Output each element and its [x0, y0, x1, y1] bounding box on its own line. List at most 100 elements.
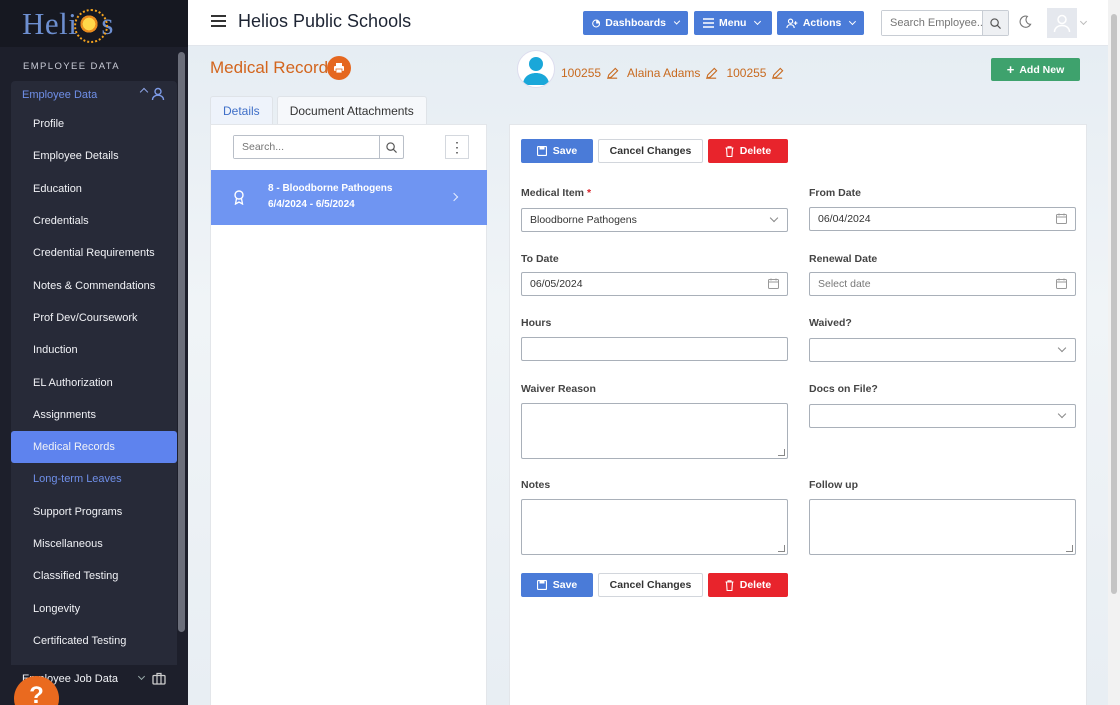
sidebar-item-long-term-leaves[interactable]: Long-term Leaves — [11, 463, 177, 495]
medical-item-label: Medical Item * — [521, 187, 592, 199]
waiver-reason-textarea[interactable] — [521, 403, 788, 459]
menu-button[interactable]: Menu — [694, 11, 772, 35]
caret-down-icon — [849, 18, 857, 25]
edit-pencil-icon[interactable] — [705, 67, 718, 80]
search-button[interactable] — [982, 11, 1008, 35]
employee-search-input[interactable] — [882, 11, 982, 35]
award-ribbon-icon — [234, 190, 244, 205]
save-disk-icon — [536, 580, 547, 590]
sidebar-item-education[interactable]: Education — [11, 173, 177, 205]
search-icon — [990, 17, 1001, 29]
follow-up-label: Follow up — [809, 479, 858, 491]
tab-details[interactable]: Details — [210, 96, 273, 124]
printer-icon — [334, 63, 344, 74]
employee-info: 100255 Alaina Adams 100255 — [561, 66, 787, 80]
dark-mode-toggle[interactable] — [1019, 15, 1032, 31]
medical-item-select[interactable]: Bloodborne Pathogens — [521, 208, 788, 232]
sidebar-item-support-programs[interactable]: Support Programs — [11, 496, 177, 528]
chevron-down-icon — [769, 213, 779, 223]
user-avatar-button[interactable] — [1047, 8, 1077, 38]
renewal-date-label: Renewal Date — [809, 253, 878, 265]
notes-textarea[interactable] — [521, 499, 788, 555]
waiver-reason-label: Waiver Reason — [521, 383, 596, 395]
docs-on-file-select[interactable] — [809, 404, 1076, 428]
edit-pencil-icon[interactable] — [606, 67, 619, 80]
trash-icon — [725, 145, 734, 157]
list-icon — [703, 18, 714, 28]
employee-id: 100255 — [561, 66, 602, 80]
sidebar-item-employee-details[interactable]: Employee Details — [11, 140, 177, 172]
form-actions-top: Save Cancel Changes Delete — [521, 139, 788, 163]
waived-select[interactable] — [809, 338, 1076, 362]
employee-id-secondary: 100255 — [726, 66, 767, 80]
save-button[interactable]: Save — [521, 139, 593, 163]
moon-icon — [1019, 15, 1032, 28]
page-scrollbar[interactable] — [1108, 0, 1120, 705]
record-list-panel: ⋮ 8 - Bloodborne Pathogens 6/4/2024 - 6/… — [210, 124, 487, 705]
record-title: 8 - Bloodborne Pathogens — [268, 183, 393, 194]
chevron-right-icon — [449, 192, 459, 202]
sidebar-item-longevity[interactable]: Longevity — [11, 592, 177, 624]
delete-button[interactable]: Delete — [708, 139, 788, 163]
chevron-down-icon[interactable] — [1079, 17, 1088, 26]
sidebar-item-induction[interactable]: Induction — [11, 334, 177, 366]
sidebar-item-el-authorization[interactable]: EL Authorization — [11, 366, 177, 398]
sidebar-item-credentials[interactable]: Credentials — [11, 205, 177, 237]
form-actions-bottom: Save Cancel Changes Delete — [521, 573, 788, 597]
dashboards-button[interactable]: Dashboards — [583, 11, 688, 35]
chevron-down-icon — [1057, 343, 1067, 353]
follow-up-textarea[interactable] — [809, 499, 1076, 555]
sidebar-item-medical-records[interactable]: Medical Records — [11, 430, 177, 464]
caret-down-icon — [673, 18, 681, 25]
app-title: Helios Public Schools — [238, 11, 412, 31]
sidebar-item-certificated-testing[interactable]: Certificated Testing — [11, 625, 177, 657]
calendar-icon — [768, 278, 779, 289]
sidebar: Helis EMPLOYEE DATA Employee Data Profil… — [0, 0, 188, 705]
from-date-label: From Date — [809, 187, 861, 199]
sidebar-item-profile[interactable]: Profile — [11, 108, 177, 140]
waived-label: Waived? — [809, 317, 852, 329]
sidebar-item-prof-dev[interactable]: Prof Dev/Coursework — [11, 302, 177, 334]
tab-document-attachments[interactable]: Document Attachments — [276, 96, 427, 124]
cancel-changes-button[interactable]: Cancel Changes — [598, 139, 703, 163]
user-add-icon — [786, 18, 798, 28]
employee-search — [881, 10, 1009, 36]
sidebar-section-label: EMPLOYEE DATA — [23, 61, 121, 72]
logo[interactable]: Helis — [0, 0, 188, 47]
hamburger-menu-icon[interactable] — [211, 15, 226, 27]
required-marker: * — [586, 187, 592, 199]
actions-button[interactable]: Actions — [777, 11, 864, 35]
from-date-field[interactable]: 06/04/2024 — [809, 207, 1076, 231]
add-new-button[interactable]: + Add New — [991, 58, 1080, 81]
calendar-icon — [1056, 213, 1067, 224]
save-disk-icon — [536, 146, 547, 156]
renewal-date-field[interactable]: Select date — [809, 272, 1076, 296]
to-date-field[interactable]: 06/05/2024 — [521, 272, 788, 296]
edit-pencil-icon[interactable] — [771, 67, 784, 80]
save-button[interactable]: Save — [521, 573, 593, 597]
sidebar-scrollbar[interactable] — [178, 52, 185, 632]
scrollbar-thumb[interactable] — [1111, 14, 1117, 594]
tab-bar: Details Document Attachments — [210, 96, 427, 124]
record-search-button[interactable] — [379, 136, 403, 158]
list-item[interactable]: 8 - Bloodborne Pathogens 6/4/2024 - 6/5/… — [211, 170, 487, 225]
page-title: Medical Records — [210, 58, 337, 77]
print-button[interactable] — [327, 56, 351, 80]
chevron-down-icon — [137, 672, 146, 681]
hours-input[interactable] — [521, 337, 788, 361]
employee-avatar — [517, 50, 555, 88]
delete-button[interactable]: Delete — [708, 573, 788, 597]
more-options-kebab-icon[interactable]: ⋮ — [445, 135, 469, 159]
sidebar-item-miscellaneous[interactable]: Miscellaneous — [11, 528, 177, 560]
sidebar-group-employee-data[interactable]: Employee Data — [11, 81, 177, 108]
sidebar-item-assignments[interactable]: Assignments — [11, 399, 177, 431]
sidebar-item-credential-requirements[interactable]: Credential Requirements — [11, 237, 177, 269]
employee-name: Alaina Adams — [627, 66, 701, 80]
cancel-changes-button[interactable]: Cancel Changes — [598, 573, 703, 597]
plus-icon: + — [1006, 62, 1015, 77]
record-search-input[interactable] — [234, 136, 380, 158]
record-dates: 6/4/2024 - 6/5/2024 — [268, 199, 355, 210]
search-icon — [386, 141, 398, 153]
sidebar-item-notes-commendations[interactable]: Notes & Commendations — [11, 269, 177, 301]
sidebar-item-classified-testing[interactable]: Classified Testing — [11, 560, 177, 592]
